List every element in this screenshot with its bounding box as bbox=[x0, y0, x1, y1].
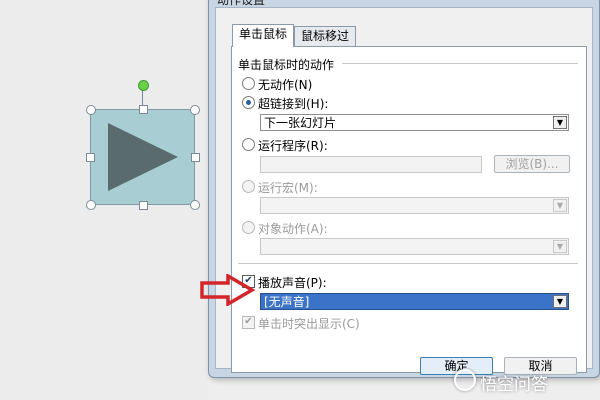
chevron-down-icon[interactable]: ▼ bbox=[553, 295, 567, 308]
radio-run-macro[interactable] bbox=[242, 180, 255, 193]
macro-select[interactable]: ▼ bbox=[260, 197, 569, 214]
resize-handle-e[interactable] bbox=[191, 153, 200, 162]
resize-handle-se[interactable] bbox=[190, 200, 200, 210]
group-title: 单击鼠标时的动作 bbox=[238, 58, 335, 72]
label-run-program: 运行程序(R): bbox=[258, 139, 328, 153]
tab-mouse-over[interactable]: 鼠标移过 bbox=[294, 26, 357, 46]
checkbox-highlight-click[interactable]: ✔ bbox=[242, 316, 255, 329]
annotation-arrow-icon bbox=[200, 274, 256, 306]
program-path-field[interactable] bbox=[260, 156, 482, 173]
resize-handle-nw[interactable] bbox=[86, 105, 96, 115]
hyperlink-select-value: 下一张幻灯片 bbox=[264, 116, 337, 130]
sound-select[interactable]: [无声音] ▼ bbox=[260, 293, 569, 310]
resize-handle-sw[interactable] bbox=[86, 200, 96, 210]
radio-hyperlink[interactable] bbox=[242, 96, 255, 109]
radio-object-action[interactable] bbox=[242, 221, 255, 234]
radio-run-program[interactable] bbox=[242, 138, 255, 151]
chevron-down-icon[interactable]: ▼ bbox=[553, 240, 567, 253]
resize-handle-ne[interactable] bbox=[190, 105, 200, 115]
tab-panel: 单击鼠标时的动作 无动作(N) 超链接到(H): 下一张幻灯片 ▼ 运行程序(R… bbox=[231, 46, 587, 373]
object-action-select[interactable]: ▼ bbox=[260, 238, 569, 255]
action-button-play-shape[interactable] bbox=[90, 109, 195, 205]
label-no-action: 无动作(N) bbox=[258, 78, 313, 92]
resize-handle-w[interactable] bbox=[86, 153, 95, 162]
dialog-body: 单击鼠标 鼠标移过 单击鼠标时的动作 无动作(N) 超链接到(H): 下一张幻灯… bbox=[215, 7, 593, 375]
label-highlight-click: 单击时突出显示(C) bbox=[258, 317, 360, 331]
slide-canvas bbox=[0, 0, 208, 400]
chevron-down-icon[interactable]: ▼ bbox=[553, 199, 567, 212]
section-separator bbox=[238, 263, 578, 264]
radio-no-action[interactable] bbox=[242, 77, 255, 90]
watermark-text: 悟空问答 bbox=[480, 375, 548, 395]
tab-mouse-click[interactable]: 单击鼠标 bbox=[232, 24, 295, 47]
action-settings-dialog: 动作设置 单击鼠标 鼠标移过 单击鼠标时的动作 无动作(N) 超链接到(H): … bbox=[208, 0, 600, 378]
chevron-down-icon[interactable]: ▼ bbox=[553, 116, 567, 129]
hyperlink-select[interactable]: 下一张幻灯片 ▼ bbox=[260, 114, 569, 131]
label-hyperlink: 超链接到(H): bbox=[258, 97, 329, 111]
watermark-logo-icon bbox=[454, 369, 476, 391]
label-object-action: 对象动作(A): bbox=[258, 222, 328, 236]
group-separator bbox=[342, 63, 578, 64]
sound-select-value: [无声音] bbox=[264, 295, 310, 309]
label-play-sound: 播放声音(P): bbox=[258, 276, 327, 290]
rotation-handle[interactable] bbox=[138, 80, 149, 91]
resize-handle-s[interactable] bbox=[139, 201, 148, 210]
resize-handle-n[interactable] bbox=[139, 105, 148, 114]
browse-button[interactable]: 浏览(B)... bbox=[494, 155, 570, 173]
label-run-macro: 运行宏(M): bbox=[258, 181, 318, 195]
